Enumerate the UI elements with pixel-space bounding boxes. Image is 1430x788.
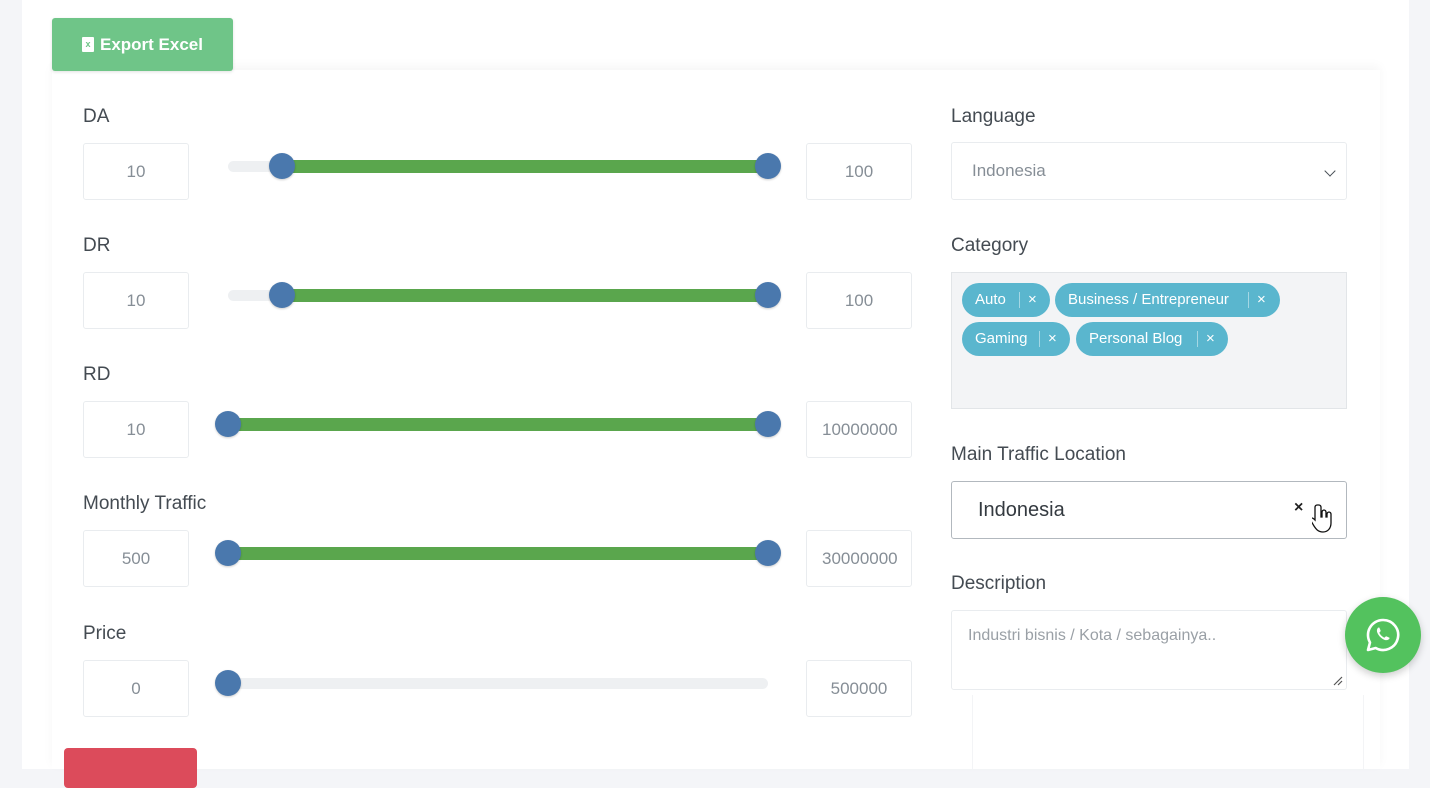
price-range-slider[interactable] — [215, 668, 768, 698]
da-max-input[interactable] — [806, 143, 912, 200]
tag-separator — [1197, 331, 1198, 347]
chevron-down-icon — [1324, 165, 1336, 177]
description-placeholder: Industri bisnis / Kota / sebagainya.. — [968, 627, 1217, 644]
export-excel-button[interactable]: x Export Excel — [52, 18, 233, 71]
remove-tag-icon[interactable]: × — [1048, 322, 1057, 356]
description-label: Description — [951, 573, 1047, 594]
location-select[interactable]: Indonesia — [951, 481, 1347, 539]
rd-label: RD — [83, 364, 111, 385]
language-label: Language — [951, 106, 1036, 127]
slider-min-handle[interactable] — [215, 670, 241, 696]
slider-min-handle[interactable] — [215, 411, 241, 437]
slider-fill — [228, 418, 768, 431]
dr-max-input[interactable] — [806, 272, 912, 329]
price-label: Price — [83, 623, 127, 644]
da-label: DA — [83, 106, 110, 127]
slider-min-handle[interactable] — [215, 540, 241, 566]
category-tag-label: Gaming — [975, 330, 1028, 347]
location-select-value: Indonesia — [978, 499, 1065, 521]
category-tag: Auto × — [962, 283, 1050, 317]
resize-handle-icon[interactable] — [1333, 676, 1343, 686]
slider-max-handle[interactable] — [755, 411, 781, 437]
excel-file-icon: x — [82, 37, 94, 52]
whatsapp-icon — [1366, 618, 1400, 652]
whatsapp-chat-button[interactable] — [1345, 597, 1421, 673]
slider-max-handle[interactable] — [755, 153, 781, 179]
slider-min-handle[interactable] — [269, 282, 295, 308]
traffic-max-input[interactable] — [806, 530, 912, 587]
hand-cursor-icon — [1312, 504, 1332, 533]
traffic-range-slider[interactable] — [215, 538, 781, 568]
language-select-value: Indonesia — [972, 161, 1046, 180]
category-tag-label: Personal Blog — [1089, 330, 1183, 347]
remove-tag-icon[interactable]: × — [1257, 283, 1266, 317]
filter-button[interactable] — [64, 748, 197, 788]
slider-max-handle[interactable] — [755, 282, 781, 308]
category-label: Category — [951, 235, 1029, 256]
export-excel-label: Export Excel — [100, 34, 203, 54]
description-textarea[interactable]: Industri bisnis / Kota / sebagainya.. — [951, 610, 1347, 690]
category-tag-label: Auto — [975, 291, 1006, 308]
category-tag: Business / Entrepreneur × — [1055, 283, 1280, 317]
remove-tag-icon[interactable]: × — [1206, 322, 1215, 356]
category-tag-label: Business / Entrepreneur — [1068, 291, 1229, 308]
dr-min-input[interactable] — [83, 272, 189, 329]
faded-content-area — [972, 695, 1364, 769]
tag-separator — [1019, 292, 1020, 308]
price-max-input[interactable] — [806, 660, 912, 717]
remove-tag-icon[interactable]: × — [1028, 283, 1037, 317]
dr-range-slider[interactable] — [228, 280, 781, 310]
category-tag: Personal Blog × — [1076, 322, 1228, 356]
da-range-slider[interactable] — [228, 151, 781, 181]
slider-fill — [228, 547, 768, 560]
tag-separator — [1248, 292, 1249, 308]
tag-separator — [1039, 331, 1040, 347]
slider-fill — [282, 289, 768, 302]
dr-label: DR — [83, 235, 111, 256]
category-tag-input[interactable]: Auto × Business / Entrepreneur × Gaming … — [951, 272, 1347, 409]
slider-min-handle[interactable] — [269, 153, 295, 179]
category-tag: Gaming × — [962, 322, 1070, 356]
traffic-min-input[interactable] — [83, 530, 189, 587]
price-min-input[interactable] — [83, 660, 189, 717]
rd-range-slider[interactable] — [215, 409, 781, 439]
slider-rail — [228, 678, 768, 689]
clear-x-icon[interactable]: × — [1294, 499, 1303, 517]
rd-max-input[interactable] — [806, 401, 912, 458]
da-min-input[interactable] — [83, 143, 189, 200]
slider-fill — [282, 160, 768, 173]
language-select[interactable]: Indonesia — [951, 142, 1347, 200]
location-label: Main Traffic Location — [951, 444, 1126, 465]
rd-min-input[interactable] — [83, 401, 189, 458]
slider-max-handle[interactable] — [755, 540, 781, 566]
traffic-label: Monthly Traffic — [83, 493, 207, 514]
